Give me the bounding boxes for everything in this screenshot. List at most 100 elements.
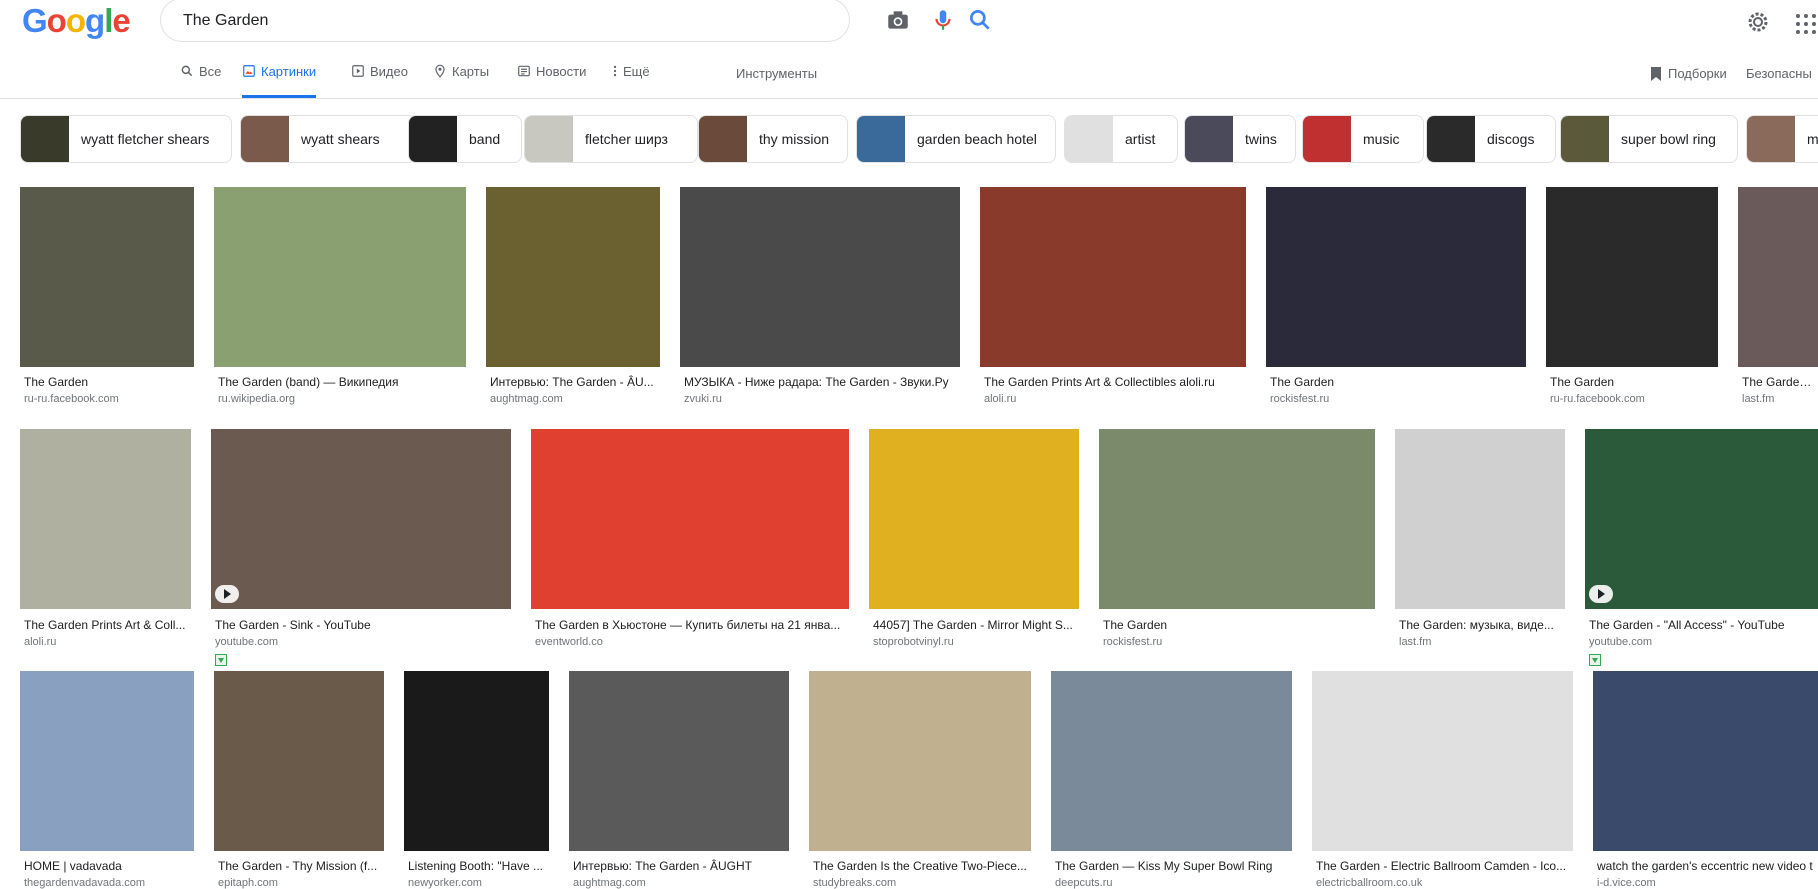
chip[interactable]: wyatt shears	[240, 115, 416, 163]
camera-icon[interactable]	[885, 7, 911, 33]
result-title[interactable]: The Garden в Хьюстоне — Купить билеты на…	[535, 618, 849, 632]
result-title[interactable]: HOME | vadavada	[24, 859, 194, 873]
result-title[interactable]: МУЗЫКА - Ниже радара: The Garden - Звуки…	[684, 375, 960, 389]
result-image[interactable]	[1593, 671, 1818, 851]
result-domain: aloli.ru	[24, 636, 57, 648]
tools-button[interactable]: Инструменты	[736, 66, 817, 81]
result-image[interactable]	[1738, 187, 1818, 367]
chip[interactable]: thy mission	[698, 115, 848, 163]
result-image[interactable]	[20, 429, 191, 609]
result-image[interactable]	[1051, 671, 1292, 851]
result-title[interactable]: The Garden — Kiss My Super Bowl Ring	[1055, 859, 1292, 873]
result-title[interactable]: The Garden	[1270, 375, 1526, 389]
result-title[interactable]: Listening Booth: "Have ...	[408, 859, 549, 873]
chip-thumbnail	[699, 116, 747, 162]
result-title[interactable]: The Garden Ф	[1742, 375, 1818, 389]
result-title[interactable]: The Garden Prints Art & Coll...	[24, 618, 191, 632]
chip[interactable]: fletcher ширз	[524, 115, 698, 163]
result-title[interactable]: Интервью: The Garden - ÂUGHT	[573, 859, 789, 873]
result-domain: aughtmag.com	[573, 877, 646, 889]
result-image[interactable]	[980, 187, 1246, 367]
result-title[interactable]: The Garden	[1550, 375, 1718, 389]
chip[interactable]: garden beach hotel	[856, 115, 1056, 163]
result-domain: aughtmag.com	[490, 393, 563, 405]
chip-thumbnail	[241, 116, 289, 162]
chip-thumbnail	[21, 116, 69, 162]
result-image[interactable]	[404, 671, 549, 851]
result-title[interactable]: 44057] The Garden - Mirror Might S...	[873, 618, 1079, 632]
chip-thumbnail	[409, 116, 457, 162]
chip[interactable]: wyatt fletcher shears	[20, 115, 232, 163]
result-domain: youtube.com	[1589, 636, 1652, 648]
result-title[interactable]: The Garden (band) — Википедия	[218, 375, 466, 389]
result-image[interactable]	[1585, 429, 1818, 609]
result-title[interactable]: The Garden	[1103, 618, 1375, 632]
result-image[interactable]	[214, 671, 384, 851]
google-logo[interactable]: Google	[22, 2, 131, 40]
result-image[interactable]	[214, 187, 466, 367]
result-title[interactable]: The Garden Prints Art & Collectibles alo…	[984, 375, 1246, 389]
tab-label: Все	[199, 64, 222, 79]
settings-gear-icon[interactable]	[1746, 10, 1770, 34]
logo-letter: g	[85, 2, 105, 39]
play-icon	[352, 65, 364, 77]
download-arrow-icon	[1589, 654, 1601, 666]
result-image[interactable]	[20, 671, 194, 851]
chip[interactable]: artist	[1064, 115, 1178, 163]
chip[interactable]: super bowl ring	[1560, 115, 1738, 163]
result-domain: thegardenvadavada.com	[24, 877, 146, 889]
chip-label: thy mission	[759, 131, 830, 147]
result-image[interactable]	[869, 429, 1079, 609]
tab-video[interactable]: Видео	[351, 64, 408, 98]
result-image[interactable]	[809, 671, 1031, 851]
chip[interactable]: discogs	[1426, 115, 1556, 163]
result-domain: rockisfest.ru	[1270, 393, 1330, 405]
result-image[interactable]	[1099, 429, 1375, 609]
search-icon	[181, 65, 193, 77]
tab-maps[interactable]: Карты	[433, 64, 489, 98]
search-icon[interactable]	[967, 7, 993, 33]
logo-letter: G	[22, 2, 48, 39]
logo-letter: o	[46, 2, 67, 39]
result-title[interactable]: The Garden	[24, 375, 194, 389]
result-title[interactable]: The Garden - Sink - YouTube	[215, 618, 511, 632]
safe-search-button[interactable]: Безопасны	[1746, 66, 1812, 81]
chip[interactable]: music	[1302, 115, 1424, 163]
tab-images[interactable]: Картинки	[242, 64, 317, 98]
result-title[interactable]: watch the garden's eccentric new video t	[1597, 859, 1818, 873]
collections-button[interactable]: Подборки	[1650, 66, 1727, 82]
result-title[interactable]: Интервью: The Garden - ÂU...	[490, 375, 660, 389]
result-image[interactable]	[1395, 429, 1565, 609]
result-image[interactable]	[531, 429, 849, 609]
apps-grid-icon[interactable]	[1794, 12, 1818, 36]
result-image[interactable]	[20, 187, 194, 367]
result-image[interactable]	[211, 429, 511, 609]
chip[interactable]: mac den	[1746, 115, 1818, 163]
result-title[interactable]: The Garden - Thy Mission (f...	[218, 859, 384, 873]
result-title[interactable]: The Garden - Electric Ballroom Camden - …	[1316, 859, 1573, 873]
tab-all[interactable]: Все	[180, 64, 221, 98]
result-title[interactable]: The Garden: музыка, виде...	[1399, 618, 1565, 632]
tab-more[interactable]: Ещё	[612, 64, 650, 98]
search-input[interactable]	[181, 7, 705, 35]
result-image[interactable]	[1546, 187, 1718, 367]
tab-news[interactable]: Новости	[517, 64, 586, 98]
result-image[interactable]	[569, 671, 789, 851]
chip-label: wyatt shears	[301, 131, 380, 147]
bookmark-icon	[1651, 67, 1661, 81]
microphone-icon[interactable]	[930, 7, 956, 33]
chip[interactable]: band	[408, 115, 522, 163]
chip[interactable]: twins	[1184, 115, 1296, 163]
result-title[interactable]: The Garden - "All Access" - YouTube	[1589, 618, 1818, 632]
chip-label: artist	[1125, 131, 1156, 147]
result-image[interactable]	[680, 187, 960, 367]
result-image[interactable]	[1266, 187, 1526, 367]
video-play-badge-icon	[1589, 585, 1613, 603]
tab-label: Новости	[536, 64, 587, 79]
result-image[interactable]	[486, 187, 660, 367]
chip-thumbnail	[1185, 116, 1233, 162]
chip-label: music	[1363, 131, 1400, 147]
result-image[interactable]	[1312, 671, 1573, 851]
result-title[interactable]: The Garden Is the Creative Two-Piece...	[813, 859, 1031, 873]
result-domain: eventworld.co	[535, 636, 603, 648]
